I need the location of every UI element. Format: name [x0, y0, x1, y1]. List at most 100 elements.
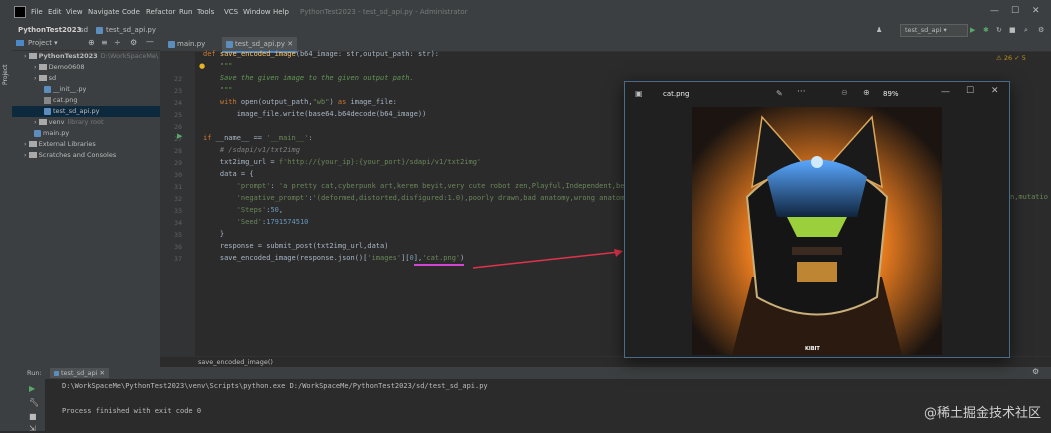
code-line[interactable]: Save the given image to the given output… [203, 74, 414, 82]
viewer-maximize-icon[interactable]: ☐ [966, 86, 974, 96]
run-output-line-1: D:\WorkSpaceMe\PythonTest2023\venv\Scrip… [62, 382, 488, 390]
run-icon[interactable]: ▶ [970, 26, 975, 34]
locate-icon[interactable]: ⊕ [88, 38, 95, 47]
inspection-widget[interactable]: ⚠ 26 ✓ 5 [996, 54, 1026, 62]
tree-item[interactable]: › Demo0608 [12, 62, 160, 73]
python-file-icon [226, 40, 233, 48]
project-view-select[interactable]: Project ▾ [28, 39, 58, 47]
nav-crumb-folder[interactable]: sd [80, 26, 88, 34]
menu-edit[interactable]: Edit [48, 8, 62, 16]
menu-tools[interactable]: Tools [197, 8, 214, 16]
code-line[interactable]: if __name__ == '__main__': [203, 134, 313, 142]
line-number: 35 [174, 231, 182, 239]
code-line[interactable]: save_encoded_image(response.json()['imag… [203, 254, 465, 262]
close-tab-icon[interactable]: ✕ [285, 40, 293, 48]
folder-icon [38, 64, 47, 70]
settings-icon[interactable]: ⚙ [1038, 26, 1044, 34]
hide-panel-icon[interactable]: — [146, 37, 154, 46]
coverage-icon[interactable]: ↻ [996, 26, 1002, 34]
menu-navigate[interactable]: Navigate [88, 8, 119, 16]
run-gutter-icon[interactable]: ▶ [177, 132, 182, 140]
code-line[interactable]: with open(output_path,"wb") as image_fil… [203, 98, 397, 106]
folder-icon [28, 152, 37, 158]
menu-help[interactable]: Help [273, 8, 289, 16]
code-line[interactable]: data = { [203, 170, 254, 178]
code-line[interactable]: txt2img_url = f'http://{your_ip}:{your_p… [203, 158, 481, 166]
maximize-icon[interactable]: ☐ [1011, 6, 1019, 16]
stop-icon[interactable]: ■ [1009, 26, 1016, 34]
pin-icon[interactable]: ⇲ [29, 424, 36, 433]
close-icon[interactable]: ✕ [1032, 6, 1040, 16]
code-line[interactable]: 'prompt': 'a pretty cat,cyberpunk art,ke… [203, 182, 633, 190]
collapse-all-icon[interactable]: ≡ [101, 38, 108, 47]
tree-item[interactable]: › Scratches and Consoles [12, 150, 160, 161]
menu-code[interactable]: Code [122, 8, 140, 16]
code-line[interactable]: def save_encoded_image(b64_image: str,ou… [203, 50, 439, 58]
rerun-icon[interactable]: ▶ [29, 384, 35, 393]
python-file-icon [168, 40, 175, 48]
search-everywhere-icon[interactable]: ⌕ [1024, 26, 1028, 35]
breadcrumb-function[interactable]: save_encoded_image() [198, 358, 273, 366]
tree-item-label: PythonTest2023 [38, 52, 98, 60]
tree-item[interactable]: › sd [12, 73, 160, 84]
tree-item-suffix: D:\WorkSpaceMe\ [100, 52, 159, 60]
minimize-icon[interactable]: — [990, 6, 999, 16]
viewer-close-icon[interactable]: ✕ [991, 86, 999, 96]
code-line[interactable]: } [203, 230, 224, 238]
viewer-minimize-icon[interactable]: — [941, 87, 950, 97]
run-config-select[interactable]: test_sd_api ▾ [900, 24, 968, 37]
project-tool-window-button[interactable]: Project [2, 45, 10, 85]
zoom-out-icon[interactable]: ⊖ [841, 88, 848, 97]
nav-crumb-project[interactable]: PythonTest2023 [18, 26, 82, 34]
tree-item[interactable]: main.py [12, 128, 160, 139]
run-tab[interactable]: test_sd_api ✕ [50, 368, 109, 378]
wrench-icon[interactable]: 🔧︎ [29, 398, 39, 407]
zoom-level: 89% [883, 90, 899, 98]
tree-item[interactable]: › venv library root [12, 117, 160, 128]
gear-icon[interactable]: ⚙ [130, 38, 137, 47]
debug-icon[interactable]: ✱ [983, 26, 989, 34]
tree-item-label: Demo0608 [48, 63, 85, 71]
menu-view[interactable]: View [66, 8, 83, 16]
more-options-icon[interactable]: ··· [797, 87, 806, 97]
run-settings-icon[interactable]: ⚙ [1032, 367, 1039, 376]
nav-crumb-file[interactable]: test_sd_api.py [106, 26, 156, 34]
run-output-line-3: Process finished with exit code 0 [62, 407, 202, 415]
tree-item[interactable]: __init__.py [12, 84, 160, 95]
tree-item[interactable]: cat.png [12, 95, 160, 106]
tree-item[interactable]: › PythonTest2023 D:\WorkSpaceMe\ [12, 51, 160, 62]
code-line[interactable]: """ [203, 86, 233, 94]
code-line[interactable]: 'negative_prompt':'(deformed,distorted,d… [203, 194, 629, 202]
code-line[interactable]: # /sdapi/v1/txt2img [203, 146, 300, 154]
stop-run-icon[interactable]: ■ [29, 412, 37, 421]
tree-item[interactable]: test_sd_api.py [12, 106, 160, 117]
zoom-in-icon[interactable]: ⊕ [863, 88, 870, 97]
cyberpunk-cat-image [692, 107, 942, 355]
menu-run[interactable]: Run [179, 8, 192, 16]
python-file-icon [44, 85, 51, 93]
tree-item[interactable]: › External Libraries [12, 139, 160, 150]
menu-window[interactable]: Window [243, 8, 271, 16]
editor-tab[interactable]: main.py [164, 37, 209, 51]
code-line[interactable]: image_file.write(base64.b64decode(b64_im… [203, 110, 427, 118]
code-line[interactable]: response = submit_post(txt2img_url,data) [203, 242, 389, 250]
menu-file[interactable]: File [31, 8, 43, 16]
edit-image-icon[interactable]: ✎ [776, 89, 783, 98]
menu-refactor[interactable]: Refactor [146, 8, 175, 16]
run-tab-label: test_sd_api [61, 369, 98, 377]
tree-item-label: test_sd_api.py [53, 107, 100, 115]
code-line[interactable]: """ [203, 62, 233, 70]
menu-vcs[interactable]: VCS [224, 8, 238, 16]
image-caption: KIBIT [805, 346, 820, 352]
expand-all-icon[interactable]: ÷ [114, 38, 121, 47]
watermark: @稀土掘金技术社区 [923, 406, 1041, 421]
project-view-icon [16, 39, 26, 47]
code-line[interactable]: 'Steps':50, [203, 206, 283, 214]
user-icon[interactable]: ♟ [876, 26, 882, 34]
menu-bar: File Edit View Navigate Code Refactor Run Tools… [0, 0, 1051, 24]
run-config-label: test_sd_api [905, 26, 942, 34]
tree-item-label: venv [48, 118, 65, 126]
run-label: Run: [27, 369, 42, 377]
code-line[interactable]: 'Seed':1791574510 [203, 218, 309, 226]
line-number: 36 [174, 243, 182, 251]
